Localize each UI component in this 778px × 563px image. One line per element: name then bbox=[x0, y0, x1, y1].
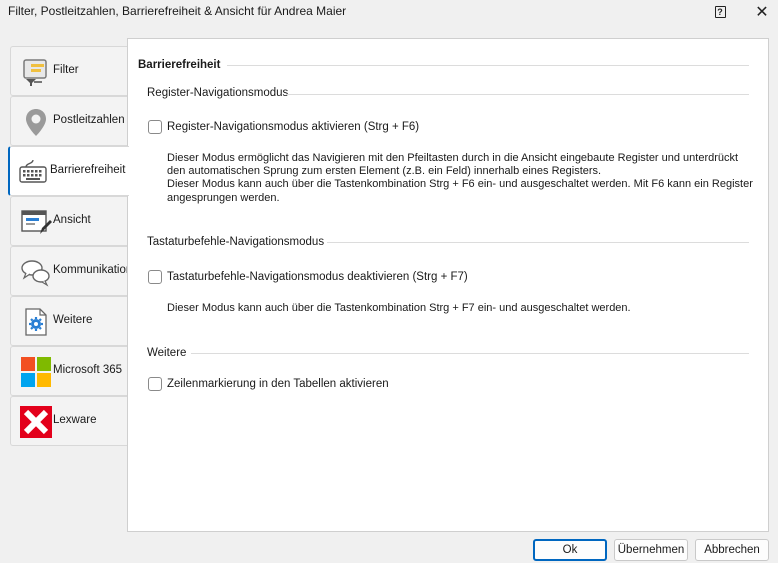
row-highlight-checkbox[interactable] bbox=[148, 377, 162, 391]
section-title-divider bbox=[227, 65, 749, 66]
ok-button[interactable]: Ok bbox=[533, 539, 607, 561]
help-icon: ? bbox=[714, 6, 726, 18]
register-mode-checkbox-label[interactable]: Register-Navigationsmodus aktivieren (St… bbox=[167, 121, 419, 133]
tab-microsoft-365-label: Microsoft 365 bbox=[53, 364, 123, 376]
tab-postleitzahlen-label: Postleitzahlen bbox=[53, 114, 125, 126]
window-title: Filter, Postleitzahlen, Barrierefreiheit… bbox=[8, 4, 347, 18]
settings-panel: Barrierefreiheit Register-Navigationsmod… bbox=[127, 38, 769, 532]
close-button[interactable]: ✕ bbox=[744, 0, 778, 24]
other-group-divider bbox=[191, 353, 749, 354]
tab-lexware-label: Lexware bbox=[53, 414, 97, 426]
microsoft-logo-icon bbox=[19, 355, 53, 389]
title-bar: Filter, Postleitzahlen, Barrierefreiheit… bbox=[0, 0, 778, 24]
chat-bubbles-icon bbox=[19, 255, 53, 289]
row-highlight-checkbox-row[interactable]: Zeilenmarkierung in den Tabellen aktivie… bbox=[148, 377, 389, 391]
register-mode-description-1: Dieser Modus ermöglicht das Navigieren m… bbox=[167, 152, 739, 178]
keyboard-group-title: Tastaturbefehle-Navigationsmodus bbox=[147, 236, 325, 248]
help-button[interactable]: ? bbox=[702, 0, 738, 24]
tab-lexware[interactable]: Lexware bbox=[10, 396, 128, 446]
map-pin-icon bbox=[19, 105, 53, 139]
register-group-divider bbox=[286, 94, 749, 95]
apply-button[interactable]: Übernehmen bbox=[614, 539, 688, 561]
tab-kommunikation[interactable]: Kommunikation bbox=[10, 246, 132, 296]
register-mode-description: Dieser Modus ermöglicht das Navigieren m… bbox=[167, 152, 757, 205]
section-title: Barrierefreiheit bbox=[138, 59, 221, 71]
tab-kommunikation-label: Kommunikation bbox=[53, 264, 133, 276]
register-mode-checkbox[interactable] bbox=[148, 120, 162, 134]
keyboard-mode-checkbox-label[interactable]: Tastaturbefehle-Navigationsmodus deaktiv… bbox=[167, 271, 468, 283]
tab-microsoft-365[interactable]: Microsoft 365 bbox=[10, 346, 128, 396]
tab-weitere-label: Weitere bbox=[53, 314, 93, 326]
register-group-title: Register-Navigationsmodus bbox=[147, 87, 289, 99]
keyboard-icon bbox=[16, 155, 50, 189]
keyboard-mode-checkbox-row[interactable]: Tastaturbefehle-Navigationsmodus deaktiv… bbox=[148, 270, 468, 284]
tab-weitere[interactable]: Weitere bbox=[10, 296, 128, 346]
filter-icon bbox=[19, 55, 53, 89]
keyboard-group-divider bbox=[327, 242, 749, 243]
register-mode-description-2: Dieser Modus kann auch über die Tastenko… bbox=[167, 178, 753, 204]
other-group-title: Weitere bbox=[147, 347, 187, 359]
settings-document-icon bbox=[19, 305, 53, 339]
tab-ansicht-label: Ansicht bbox=[53, 214, 91, 226]
cancel-button[interactable]: Abbrechen bbox=[695, 539, 769, 561]
close-icon: ✕ bbox=[755, 4, 769, 21]
register-mode-checkbox-row[interactable]: Register-Navigationsmodus aktivieren (St… bbox=[148, 120, 419, 134]
tab-postleitzahlen[interactable]: Postleitzahlen bbox=[10, 96, 128, 146]
view-edit-icon bbox=[19, 205, 53, 239]
tab-barrierefreiheit-label: Barrierefreiheit bbox=[50, 164, 126, 176]
tab-filter[interactable]: Filter bbox=[10, 46, 128, 96]
tab-filter-label: Filter bbox=[53, 64, 79, 76]
lexware-logo-icon bbox=[19, 405, 53, 439]
keyboard-mode-description: Dieser Modus kann auch über die Tastenko… bbox=[167, 302, 631, 314]
tab-barrierefreiheit[interactable]: Barrierefreiheit bbox=[8, 146, 129, 196]
keyboard-mode-checkbox[interactable] bbox=[148, 270, 162, 284]
tab-ansicht[interactable]: Ansicht bbox=[10, 196, 128, 246]
row-highlight-checkbox-label[interactable]: Zeilenmarkierung in den Tabellen aktivie… bbox=[167, 378, 389, 390]
